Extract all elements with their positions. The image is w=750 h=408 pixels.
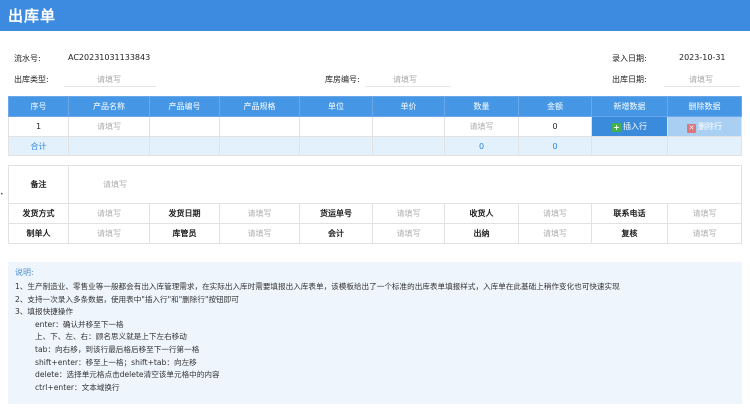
col-header-delete: 删除数据	[667, 96, 742, 117]
instruction-line: 3、填报快捷操作	[15, 307, 73, 317]
col-header-spec: 产品规格	[219, 96, 300, 117]
plus-icon: +	[612, 123, 621, 132]
accountant-field[interactable]: 请填写	[372, 223, 445, 244]
cashier-field[interactable]: 请填写	[518, 223, 592, 244]
col-header-qty: 数量	[444, 96, 519, 117]
phone-label: 联系电话	[591, 203, 668, 224]
shortcut-line: tab：向右移，到该行最后格后移至下一行第一格	[35, 344, 200, 354]
serial-value: AC20231031133843	[68, 53, 151, 62]
col-header-amount: 金额	[518, 96, 592, 117]
edge-mark: •	[0, 191, 4, 198]
page-title: 出库单	[8, 7, 57, 25]
product-name-cell[interactable]: 请填写	[68, 116, 150, 137]
table-row: 1 请填写 请填写 0 + 插入行 ✕ 删除行	[8, 116, 742, 137]
unit-cell[interactable]	[299, 116, 373, 137]
out-date-field[interactable]: 请填写	[689, 74, 713, 85]
shortcut-line: enter：确认并移至下一格	[35, 319, 124, 329]
reviewer-label: 复核	[591, 223, 668, 244]
product-spec-cell[interactable]	[219, 116, 300, 137]
remark-row: 备注 请填写	[8, 165, 743, 204]
warehouse-label: 库房编号:	[325, 75, 360, 84]
header-bar: 出库单	[0, 0, 750, 31]
instruction-line: 1、生产制造业、零售业等一般都会有出入库管理需求，在实际出入库时需要填报出入库表…	[15, 282, 620, 291]
shortcut-line: delete：选择单元格点击delete清空该单元格中的内容	[35, 370, 220, 380]
col-header-index: 序号	[8, 96, 69, 117]
ship-method-field[interactable]: 请填写	[68, 203, 150, 224]
maker-label: 制单人	[8, 223, 69, 244]
receiver-field[interactable]: 请填写	[518, 203, 592, 224]
warehouse-field[interactable]: 请填写	[393, 74, 417, 85]
amount-cell: 0	[518, 116, 592, 137]
out-type-underline	[64, 86, 156, 87]
maker-field[interactable]: 请填写	[68, 223, 150, 244]
product-table: 序号 产品名称 产品编号 产品规格 单位 单价 数量 金额 新增数据 删除数据 …	[8, 96, 742, 156]
col-header-code: 产品编号	[149, 96, 220, 117]
phone-field[interactable]: 请填写	[666, 203, 743, 224]
cashier-label: 出纳	[444, 223, 519, 244]
shipping-info-table: 备注 请填写 发货方式 请填写 发货日期 请填写 货运单号 请填写 收货人 请填…	[8, 165, 743, 244]
sum-qty: 0	[444, 136, 519, 156]
keeper-label: 库管员	[149, 223, 220, 244]
shortcut-line: ctrl+enter：文本域换行	[35, 382, 120, 392]
warehouse-underline	[366, 86, 450, 87]
col-header-add: 新增数据	[591, 96, 668, 117]
remark-field[interactable]: 请填写	[67, 165, 743, 204]
ship-date-field[interactable]: 请填写	[219, 203, 300, 224]
delete-icon: ✕	[687, 123, 696, 133]
col-header-unit: 单位	[299, 96, 373, 117]
insert-row-label: 插入行	[623, 122, 647, 131]
accountant-label: 会计	[299, 223, 373, 244]
out-type-field[interactable]: 请填写	[97, 74, 121, 85]
shortcut-line: 上、下、左、右：顾名思义就是上下左右移动	[35, 332, 187, 342]
serial-label: 流水号:	[14, 54, 41, 63]
sum-label: 合计	[8, 136, 69, 156]
waybill-field[interactable]: 请填写	[372, 203, 445, 224]
col-header-price: 单价	[372, 96, 445, 117]
instructions-title: 说明:	[15, 268, 34, 277]
col-header-name: 产品名称	[68, 96, 150, 117]
shipping-row: 发货方式 请填写 发货日期 请填写 货运单号 请填写 收货人 请填写 联系电话 …	[8, 203, 743, 224]
out-date-label: 出库日期:	[612, 75, 647, 84]
entry-date-label: 录入日期:	[612, 54, 647, 63]
remark-label: 备注	[8, 165, 69, 204]
entry-date-value: 2023-10-31	[679, 53, 726, 62]
ship-date-label: 发货日期	[149, 203, 220, 224]
ship-method-label: 发货方式	[8, 203, 69, 224]
row-index: 1	[8, 116, 69, 137]
instruction-line: 2、支持一次录入多条数据，使用表中"插入行"和"删除行"按钮即可	[15, 294, 239, 304]
out-type-label: 出库类型:	[14, 75, 49, 84]
delete-row-button[interactable]: ✕ 删除行	[667, 116, 742, 137]
price-cell[interactable]	[372, 116, 445, 137]
qty-cell[interactable]: 请填写	[444, 116, 519, 137]
shortcut-line: shift+enter：移至上一格；shift+tab：向左移	[35, 357, 197, 367]
waybill-label: 货运单号	[299, 203, 373, 224]
receiver-label: 收货人	[444, 203, 519, 224]
staff-row: 制单人 请填写 库管员 请填写 会计 请填写 出纳 请填写 复核 请填写	[8, 223, 743, 244]
insert-row-button[interactable]: + 插入行	[591, 116, 668, 137]
product-code-cell[interactable]	[149, 116, 220, 137]
delete-row-label: 删除行	[698, 121, 722, 131]
sum-row: 合计 0 0	[8, 136, 742, 156]
reviewer-field[interactable]: 请填写	[666, 223, 743, 244]
out-date-underline	[664, 86, 740, 87]
sum-amount: 0	[518, 136, 592, 156]
keeper-field[interactable]: 请填写	[219, 223, 300, 244]
table-header-row: 序号 产品名称 产品编号 产品规格 单位 单价 数量 金额 新增数据 删除数据	[8, 96, 742, 117]
instructions-panel: 说明: 1、生产制造业、零售业等一般都会有出入库管理需求，在实际出入库时需要填报…	[8, 262, 742, 404]
